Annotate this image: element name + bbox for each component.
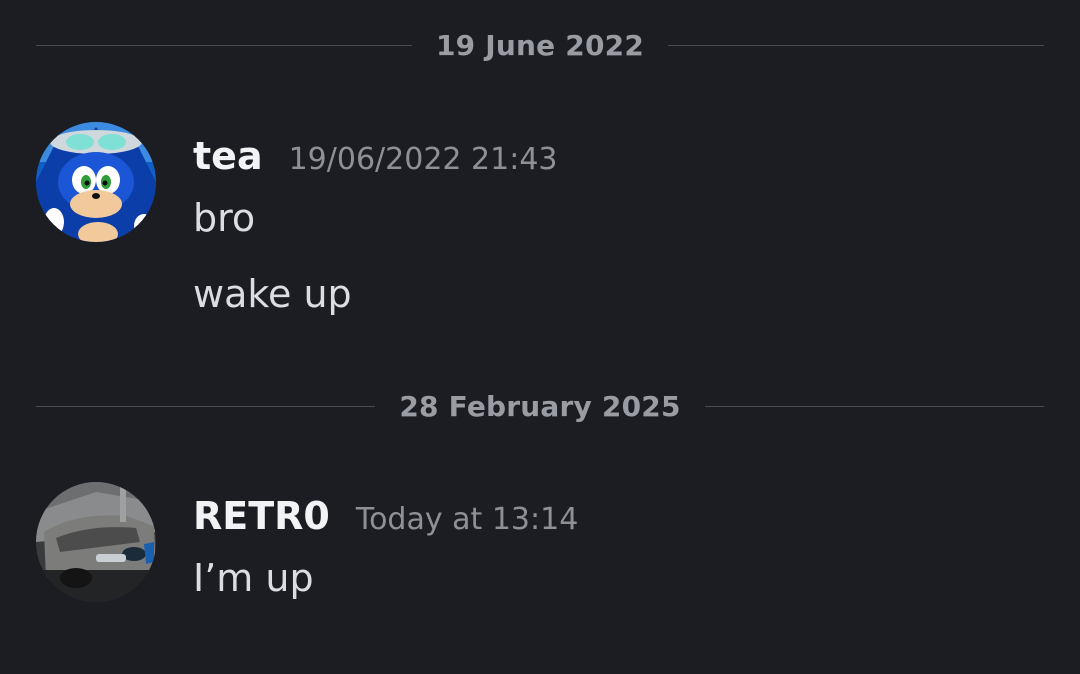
message-text[interactable]: I’m up	[193, 556, 314, 600]
message-header: tea 19/06/2022 21:43	[193, 134, 558, 178]
divider-date: 19 June 2022	[435, 28, 645, 62]
date-divider: 28 February 2025	[36, 386, 1045, 426]
divider-date: 28 February 2025	[399, 389, 681, 423]
car-photo-avatar-icon	[36, 482, 156, 602]
username[interactable]: tea	[193, 134, 263, 178]
message-timestamp: 19/06/2022 21:43	[288, 142, 558, 177]
message-timestamp: Today at 13:14	[355, 502, 579, 537]
chat-messages: 19 June 2022 tea 19/06/2022 21:43 bro wa…	[0, 0, 1080, 674]
user-avatar[interactable]	[36, 122, 156, 242]
divider-line	[704, 405, 1045, 407]
sonic-avatar-icon	[36, 122, 156, 242]
message-text[interactable]: bro	[193, 196, 255, 240]
username[interactable]: RETR0	[193, 494, 330, 538]
divider-line	[668, 44, 1045, 46]
message-text[interactable]: wake up	[193, 272, 352, 316]
date-divider: 19 June 2022	[36, 25, 1045, 65]
message-header: RETR0 Today at 13:14	[193, 494, 578, 538]
divider-line	[36, 405, 376, 407]
user-avatar[interactable]	[36, 482, 156, 602]
divider-line	[36, 44, 412, 46]
